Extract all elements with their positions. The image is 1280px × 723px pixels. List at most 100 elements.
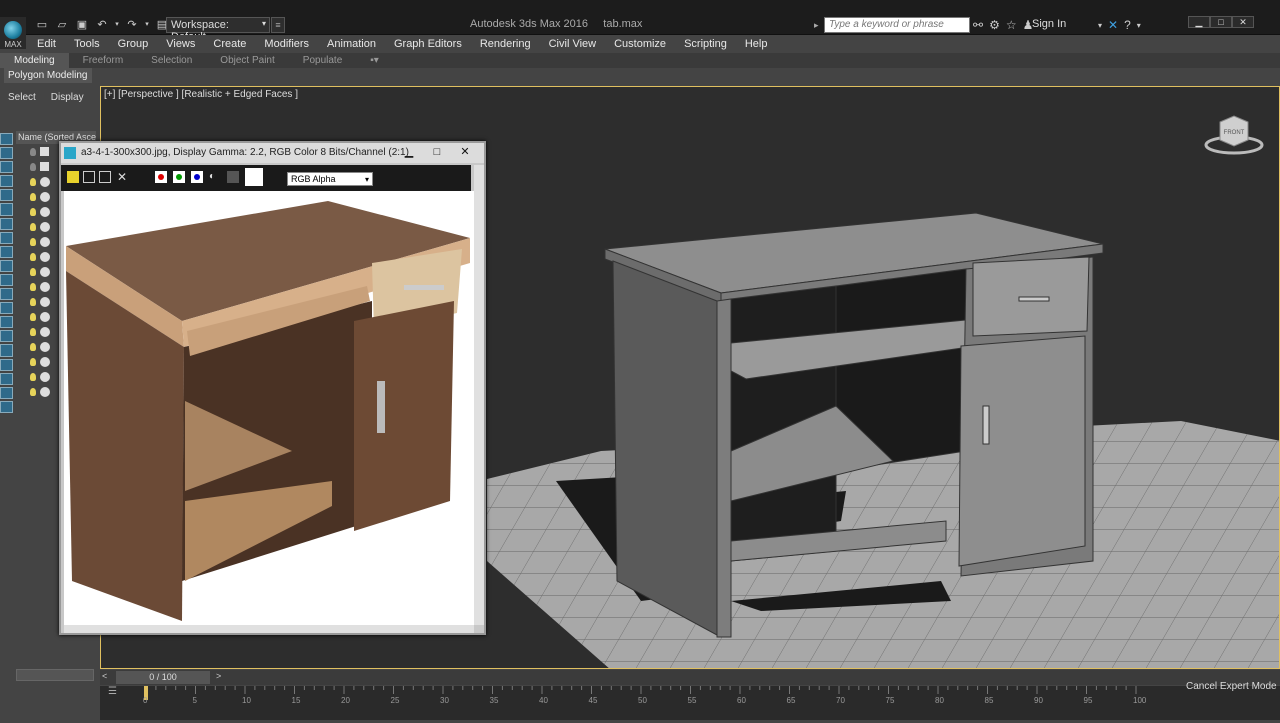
filter-icon[interactable] xyxy=(0,288,13,301)
menu-help[interactable]: Help xyxy=(736,38,777,50)
clear-icon[interactable]: ✕ xyxy=(117,171,129,183)
workspace-options-button[interactable]: ≡ xyxy=(271,17,285,33)
copy-image-icon[interactable] xyxy=(83,171,95,183)
close-icon[interactable]: ✕ xyxy=(455,145,475,159)
filter-icon[interactable] xyxy=(0,245,13,258)
visibility-bulb-icon[interactable] xyxy=(30,162,36,171)
filter-icon[interactable] xyxy=(0,231,13,244)
list-item[interactable] xyxy=(30,160,60,173)
filter-icon[interactable] xyxy=(0,372,13,385)
list-item[interactable] xyxy=(30,385,60,398)
close-icon[interactable]: ✕ xyxy=(1232,16,1254,28)
menu-edit[interactable]: Edit xyxy=(28,38,65,50)
list-item[interactable] xyxy=(30,175,60,188)
search-expand-icon[interactable]: ▸ xyxy=(814,17,824,33)
visibility-bulb-icon[interactable] xyxy=(30,312,36,321)
filter-icon[interactable] xyxy=(0,386,13,399)
display-menu[interactable]: Display xyxy=(51,92,84,103)
signin-dropdown-icon[interactable]: ▾ xyxy=(1098,21,1102,30)
list-item[interactable] xyxy=(30,265,60,278)
minimize-icon[interactable]: ▁ xyxy=(1188,16,1210,28)
list-item[interactable] xyxy=(30,370,60,383)
list-item[interactable] xyxy=(30,250,60,263)
green-channel-toggle[interactable] xyxy=(173,171,185,183)
list-item[interactable] xyxy=(30,325,60,338)
menu-create[interactable]: Create xyxy=(204,38,255,50)
filter-icon[interactable] xyxy=(0,189,13,202)
maximize-icon[interactable]: □ xyxy=(1210,16,1232,28)
filter-icon[interactable] xyxy=(0,133,13,146)
cancel-expert-mode-button[interactable]: Cancel Expert Mode xyxy=(1186,681,1277,692)
favorites-star-icon[interactable]: ☆ xyxy=(1006,18,1017,32)
visibility-bulb-icon[interactable] xyxy=(30,192,36,201)
list-item[interactable] xyxy=(30,205,60,218)
previous-frame-button[interactable]: < xyxy=(102,671,107,681)
visibility-bulb-icon[interactable] xyxy=(30,222,36,231)
search-input[interactable]: Type a keyword or phrase xyxy=(824,17,970,33)
filter-icon[interactable] xyxy=(0,400,13,413)
undo-icon[interactable]: ↶ xyxy=(94,18,110,32)
visibility-bulb-icon[interactable] xyxy=(30,207,36,216)
visibility-bulb-icon[interactable] xyxy=(30,177,36,186)
help-icon[interactable]: ? xyxy=(1124,18,1131,32)
filter-icon[interactable] xyxy=(0,344,13,357)
menu-modifiers[interactable]: Modifiers xyxy=(255,38,318,50)
menu-views[interactable]: Views xyxy=(157,38,204,50)
color-swatch[interactable] xyxy=(245,168,263,186)
open-file-icon[interactable]: ▱ xyxy=(54,18,70,32)
list-item[interactable] xyxy=(30,190,60,203)
next-frame-button[interactable]: > xyxy=(216,671,221,681)
filter-icon[interactable] xyxy=(0,175,13,188)
time-slider[interactable]: 0 / 100 xyxy=(116,671,210,684)
redo-icon[interactable]: ↷ xyxy=(124,18,140,32)
filter-icon[interactable] xyxy=(0,273,13,287)
visibility-bulb-icon[interactable] xyxy=(30,387,36,396)
select-menu[interactable]: Select xyxy=(8,92,36,103)
channel-dropdown[interactable]: RGB Alpha ▾ xyxy=(287,172,373,186)
visibility-bulb-icon[interactable] xyxy=(30,147,36,156)
visibility-bulb-icon[interactable] xyxy=(30,252,36,261)
menu-civil-view[interactable]: Civil View xyxy=(540,38,605,50)
menu-tools[interactable]: Tools xyxy=(65,38,109,50)
list-item[interactable] xyxy=(30,220,60,233)
viewcube[interactable]: FRONT xyxy=(1204,112,1264,157)
binoculars-icon[interactable]: ⚯ xyxy=(973,18,983,32)
filter-icon[interactable] xyxy=(0,330,13,343)
explorer-scrollbar[interactable] xyxy=(16,669,94,681)
visibility-bulb-icon[interactable] xyxy=(30,357,36,366)
subscription-icon[interactable]: ⚙ xyxy=(989,18,1000,32)
list-item[interactable] xyxy=(30,145,60,158)
blue-channel-toggle[interactable] xyxy=(191,171,203,183)
filter-icon[interactable] xyxy=(0,358,13,371)
menu-group[interactable]: Group xyxy=(109,38,158,50)
red-channel-toggle[interactable] xyxy=(155,171,167,183)
mono-icon[interactable] xyxy=(227,171,239,183)
visibility-bulb-icon[interactable] xyxy=(30,267,36,276)
menu-rendering[interactable]: Rendering xyxy=(471,38,540,50)
ribbon-options-icon[interactable]: ▪▾ xyxy=(356,53,393,68)
sign-in-button[interactable]: Sign In xyxy=(1032,18,1066,30)
visibility-bulb-icon[interactable] xyxy=(30,297,36,306)
save-file-icon[interactable]: ▣ xyxy=(74,18,90,32)
list-item[interactable] xyxy=(30,235,60,248)
ribbon-tab-selection[interactable]: Selection xyxy=(137,53,206,68)
ribbon-tab-freeform[interactable]: Freeform xyxy=(69,53,138,68)
visibility-bulb-icon[interactable] xyxy=(30,237,36,246)
menu-customize[interactable]: Customize xyxy=(605,38,675,50)
workspace-dropdown[interactable]: Workspace: Default▾ xyxy=(166,17,270,43)
help-dropdown-icon[interactable]: ▾ xyxy=(1137,21,1141,30)
visibility-bulb-icon[interactable] xyxy=(30,372,36,381)
list-item[interactable] xyxy=(30,295,60,308)
ribbon-tab-object-paint[interactable]: Object Paint xyxy=(206,53,288,68)
filter-icon[interactable] xyxy=(0,259,13,272)
filter-icon[interactable] xyxy=(0,316,13,329)
menu-graph-editors[interactable]: Graph Editors xyxy=(385,38,471,50)
ribbon-tab-populate[interactable]: Populate xyxy=(289,53,356,68)
minimize-icon[interactable]: ▁ xyxy=(399,145,419,159)
filter-icon[interactable] xyxy=(0,147,13,160)
list-item[interactable] xyxy=(30,340,60,353)
app-logo-button[interactable]: MAX xyxy=(0,17,26,49)
redo-dropdown-icon[interactable]: ▾ xyxy=(144,18,150,32)
menu-scripting[interactable]: Scripting xyxy=(675,38,736,50)
visibility-bulb-icon[interactable] xyxy=(30,282,36,291)
